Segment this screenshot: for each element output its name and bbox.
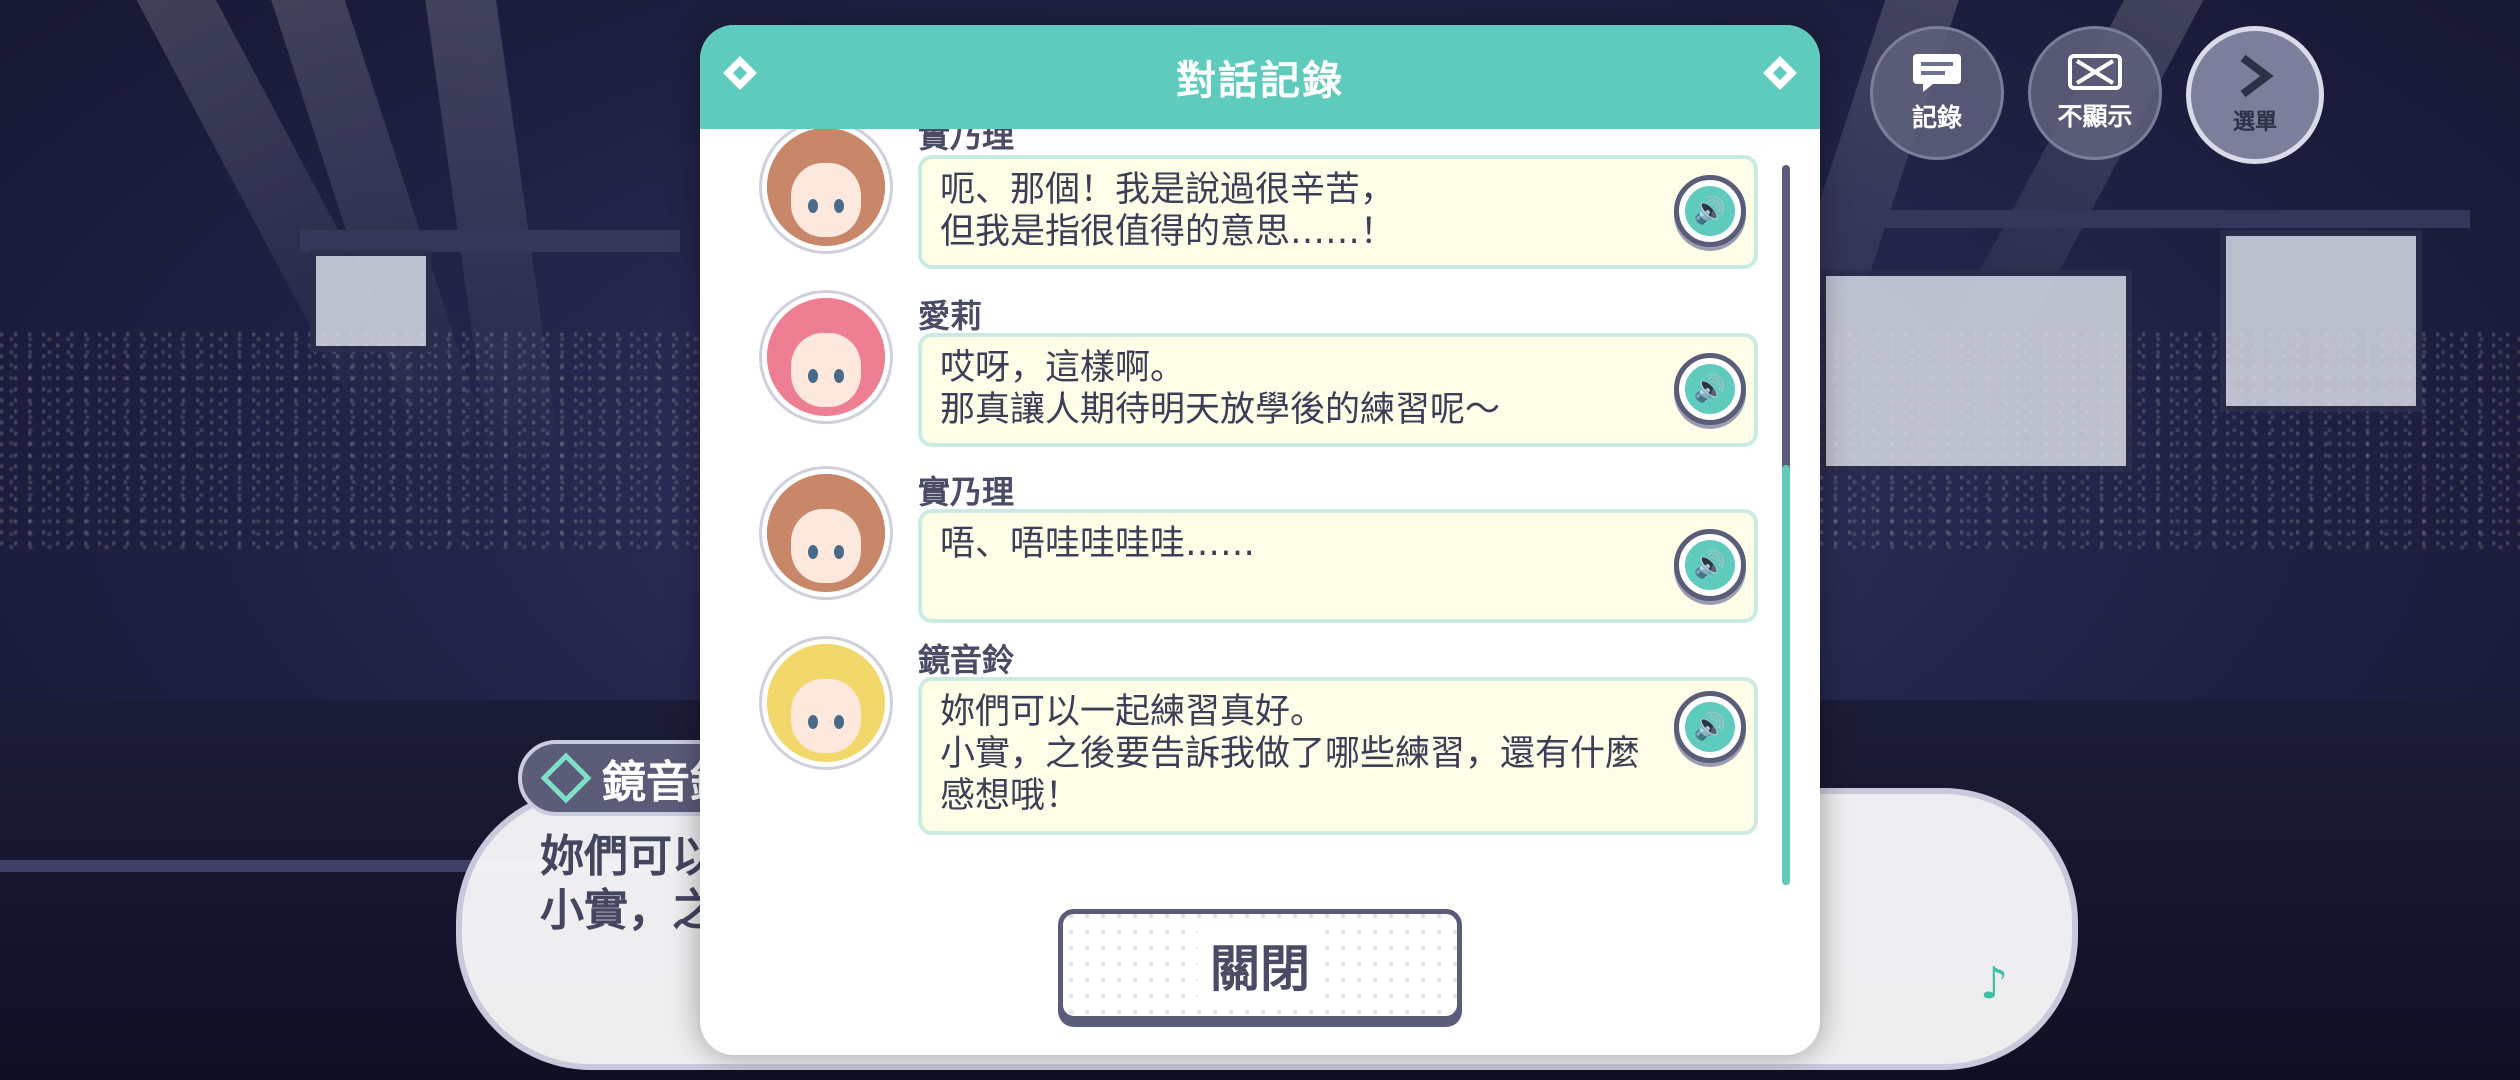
backlog-entry: 實乃理 唔、唔哇哇哇哇…… 🔊 [762,469,1758,629]
entry-bubble: 唔、唔哇哇哇哇…… 🔊 [918,509,1758,623]
entry-bubble: 哎呀，這樣啊。 那真讓人期待明天放學後的練習呢～ 🔊 [918,333,1758,447]
backlog-list[interactable]: 實乃理 呃、那個！我是說過很辛苦， 但我是指很值得的意思……！ 🔊 愛莉 哎呀，… [700,129,1820,909]
diamond-right-icon [1763,56,1797,90]
entry-bubble: 妳們可以一起練習真好。 小實，之後要告訴我做了哪些練習，還有什麼 感想哦！ 🔊 [918,677,1758,835]
backlog-header: 對話記錄 [700,25,1820,129]
avatar [762,469,890,597]
entry-text: 唔、唔哇哇哇哇…… [940,524,1256,564]
log-icon [1913,54,1961,92]
menu-button-label: 選單 [2232,110,2277,135]
voice-play-button[interactable]: 🔊 [1674,175,1746,247]
backlog-modal: 對話記錄 實乃理 呃、那個！我是說過很辛苦， 但我是指很值得的意思……！ 🔊 愛… [700,25,1820,1055]
dialogue-text-line1: 妳們可以 [540,831,716,882]
voice-play-button[interactable]: 🔊 [1674,691,1746,763]
scrollbar-thumb[interactable] [1782,465,1790,885]
backlog-title: 對話記錄 [1176,58,1344,104]
voice-play-button[interactable]: 🔊 [1674,529,1746,601]
avatar [762,639,890,767]
log-button[interactable]: 記錄 [1870,26,2004,160]
entry-text: 呃、那個！我是說過很辛苦， 但我是指很值得的意思……！ [940,170,1396,252]
entry-speaker: 鏡音鈴 [918,641,1015,679]
close-button[interactable]: 關閉 [1058,909,1462,1021]
entry-text: 哎呀，這樣啊。 那真讓人期待明天放學後的練習呢～ [940,348,1501,430]
speaker-icon: 🔊 [1685,540,1735,590]
voice-play-button[interactable]: 🔊 [1674,353,1746,425]
hide-ui-button-label: 不顯示 [2057,102,2133,131]
menu-chevron-icon [2240,54,2274,98]
dialogue-text: 妳們可以 小實，之 [540,830,716,938]
entry-speaker: 實乃理 [918,129,1015,155]
log-button-label: 記錄 [1911,103,1962,132]
entry-speaker: 實乃理 [918,473,1015,511]
backlog-entry: 鏡音鈴 妳們可以一起練習真好。 小實，之後要告訴我做了哪些練習，還有什麼 感想哦… [762,639,1758,839]
hide-ui-button[interactable]: 不顯示 [2028,26,2162,160]
speaker-icon: 🔊 [1685,364,1735,414]
hide-icon [2068,54,2122,90]
music-note-icon: ♪ [1980,958,2009,1009]
scrollbar-track[interactable] [1782,165,1790,885]
speaker-icon: 🔊 [1685,186,1735,236]
avatar [762,293,890,421]
diamond-left-icon [723,56,757,90]
menu-button[interactable]: 選單 [2186,26,2324,164]
speaker-icon: 🔊 [1685,702,1735,752]
entry-text: 妳們可以一起練習真好。 小實，之後要告訴我做了哪些練習，還有什麼 感想哦！ [940,692,1641,816]
backlog-entry: 愛莉 哎呀，這樣啊。 那真讓人期待明天放學後的練習呢～ 🔊 [762,293,1758,453]
avatar [762,129,890,251]
close-button-label: 關閉 [1198,929,1322,1001]
dialogue-text-line2: 小實，之 [540,885,716,936]
diamond-icon [540,752,592,804]
entry-speaker: 愛莉 [918,297,983,335]
entry-bubble: 呃、那個！我是說過很辛苦， 但我是指很值得的意思……！ 🔊 [918,155,1758,269]
backlog-entry: 實乃理 呃、那個！我是說過很辛苦， 但我是指很值得的意思……！ 🔊 [762,129,1758,277]
